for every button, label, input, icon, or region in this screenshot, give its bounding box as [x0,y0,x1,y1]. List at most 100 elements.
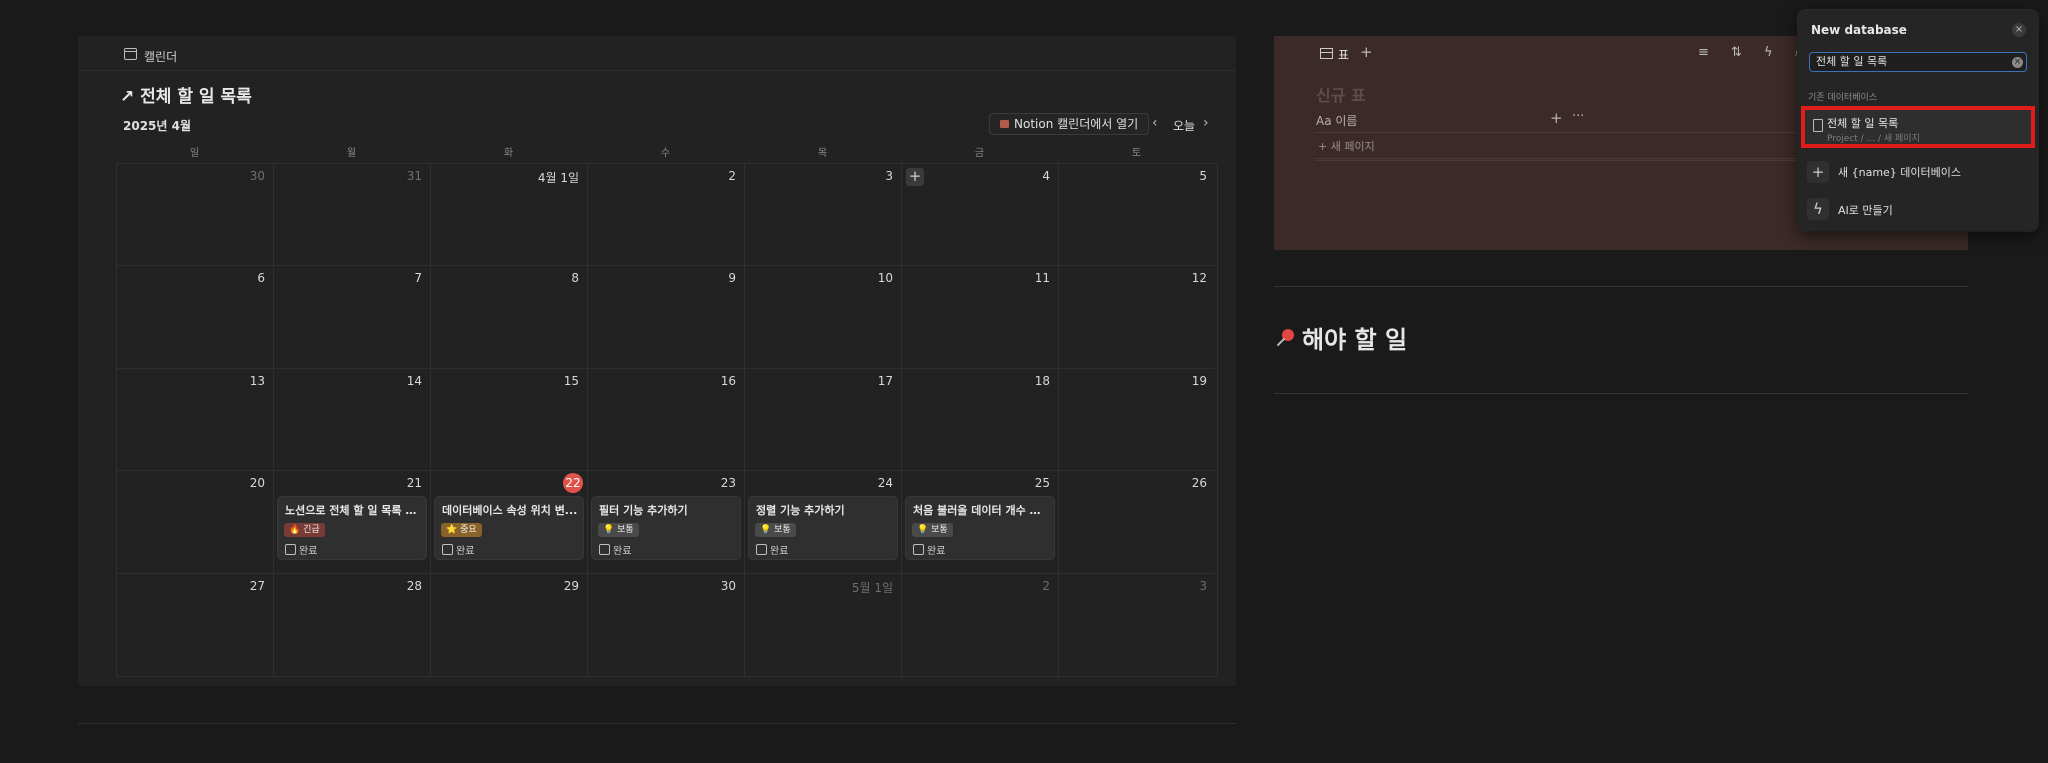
name-column-header[interactable]: Aa 이름 [1316,112,1357,129]
calendar-day-cell[interactable]: 2 [588,164,745,267]
calendar-day-cell[interactable]: 19 [1059,369,1215,472]
calendar-day-cell[interactable]: 4월 1일 [431,164,588,267]
day-number: 5월 1일 [851,580,893,595]
clear-search-icon[interactable]: × [2012,57,2023,68]
done-label: 완료 [456,546,475,558]
calendar-day-cell[interactable]: 13 [117,368,274,472]
done-label: 완료 [770,546,789,558]
calendar-day-cell[interactable]: 20 [117,471,274,574]
more-options-icon[interactable]: ··· [1572,109,1584,124]
existing-databases-label: 기존 데이터베이스 [1808,93,1878,103]
day-number: 18 [1034,373,1050,388]
calendar-month-label: 2025년 4월 [123,119,192,133]
calendar-day-cell[interactable]: 27 [117,573,274,676]
new-page-button[interactable]: + 새 페이지 [1318,138,1375,154]
chevron-left-icon[interactable]: ‹ [1152,115,1158,131]
day-number: 16 [720,373,736,388]
priority-tag: 💡 보통 [755,523,796,538]
calendar-day-cell[interactable]: 31 [274,164,431,267]
done-checkbox[interactable] [442,544,453,556]
calendar-day-cell[interactable]: 18 [902,368,1059,472]
day-number: 13 [249,373,265,388]
calendar-day-cell[interactable]: 15 [431,368,588,472]
day-number: 12 [1191,271,1207,286]
priority-tag: 🔥 긴급 [284,523,325,538]
day-number: 2 [728,169,736,183]
calendar-day-cell[interactable]: 23 필터 기능 추가하기 💡 보통 완료 [588,471,745,574]
calendar-day-cell[interactable]: 3 [745,164,902,267]
day-number: 3 [1199,578,1207,593]
calendar-day-cell[interactable]: 16 [588,368,745,472]
calendar-day-cell[interactable]: 5월 1일 [745,573,902,676]
calendar-day-cell[interactable]: 28 [274,573,431,676]
task-card[interactable]: 처음 불러올 데이터 개수 지... 💡 보통 완료 [906,497,1054,560]
calendar-icon [124,48,137,60]
chevron-right-icon[interactable]: › [1203,115,1209,131]
day-number: 23 [720,476,736,491]
popup-title: New database [1811,23,1907,37]
calendar-day-cell[interactable]: 7 [274,266,431,369]
done-checkbox[interactable] [599,544,610,556]
calendar-view-tab[interactable]: 캘린더 [144,48,177,65]
calendar-day-cell[interactable]: 14 [274,368,431,472]
calendar-day-cell[interactable]: 4 + [902,164,1059,267]
calendar-day-cell[interactable]: 2 [902,573,1059,676]
day-number: 24 [877,476,893,491]
calendar-title[interactable]: ↗ 전체 할 일 목록 [120,82,252,107]
calendar-day-cell[interactable]: 25 처음 불러올 데이터 개수 지... 💡 보통 완료 [902,471,1059,574]
notion-calendar-icon [1000,120,1009,128]
new-database-popup: New database × × 기존 데이터베이스 전체 할 일 목록 Pro… [1798,10,2038,231]
weekday-header: 토 [1131,148,1142,159]
calendar-day-cell[interactable]: 24 정렬 기능 추가하기 💡 보통 완료 [745,471,902,574]
create-with-ai-option[interactable]: AI로 만들기 [1838,202,1893,218]
calendar-day-cell[interactable]: 12 [1059,266,1215,369]
done-checkbox[interactable] [285,544,296,556]
database-search-input[interactable] [1809,52,2027,72]
task-card[interactable]: 정렬 기능 추가하기 💡 보통 완료 [749,497,897,560]
open-in-notion-calendar-button[interactable]: Notion 캘린더에서 열기 [989,113,1150,135]
calendar-day-cell[interactable]: 6 [117,266,274,369]
day-number: 3 [885,169,893,183]
calendar-grid: 30 31 4월 1일 2 3 4 +5 6 7 8 9 10 11 12 13 14 15 16 17 18 19 20… [116,163,1218,677]
add-event-icon[interactable]: + [906,168,924,186]
calendar-day-cell[interactable]: 30 [117,164,274,267]
calendar-day-cell[interactable]: 8 [431,266,588,369]
table-toolbar-icons[interactable]: ≡ ⇅ ϟ ⌕ [1698,45,1811,60]
calendar-day-cell[interactable]: 21 노션으로 전체 할 일 목록 만... 🔥 긴급 완료 [274,471,431,574]
day-number: 31 [406,169,422,183]
add-property-button[interactable]: + [1550,109,1563,127]
weekday-header: 수 [660,148,671,159]
calendar-day-cell[interactable]: 30 [588,573,745,676]
add-view-button[interactable]: + [1360,43,1373,61]
done-checkbox[interactable] [756,544,767,556]
calendar-day-cell[interactable]: 9 [588,266,745,369]
calendar-day-cell[interactable]: 11 [902,266,1059,369]
calendar-day-cell[interactable]: 29 [431,573,588,676]
day-number: 10 [877,271,893,286]
task-title: 데이터베이스 속성 위치 변... [442,504,578,518]
close-icon[interactable]: × [2012,23,2026,37]
calendar-day-cell[interactable]: 22 데이터베이스 속성 위치 변... ⭐ 중요 완료 [431,471,588,574]
table-title[interactable]: 신규 표 [1316,82,1366,106]
task-card[interactable]: 필터 기능 추가하기 💡 보통 완료 [592,497,740,560]
day-number: 25 [1034,476,1050,491]
calendar-day-cell[interactable]: 26 [1059,471,1215,574]
calendar-day-cell[interactable]: 3 [1059,574,1215,676]
task-card[interactable]: 데이터베이스 속성 위치 변... ⭐ 중요 완료 [435,497,583,560]
task-card[interactable]: 노션으로 전체 할 일 목록 만... 🔥 긴급 완료 [278,497,426,560]
todo-heading[interactable]: 해야 할 일 [1274,320,1407,355]
divider [78,723,1236,724]
table-icon [1320,48,1333,59]
today-button[interactable]: 오늘 [1173,117,1195,134]
database-result-item[interactable]: 전체 할 일 목록 Project / ... / 새 페이지 [1801,106,2035,148]
calendar-day-cell[interactable]: 17 [745,368,902,472]
new-database-option[interactable]: 새 {name} 데이터베이스 [1838,164,1961,180]
day-number: 27 [249,578,265,593]
today-date-badge: 22 [563,473,583,494]
calendar-day-cell[interactable]: 10 [745,266,902,369]
done-checkbox[interactable] [913,544,924,556]
table-view-tab[interactable]: 표 [1338,46,1349,63]
day-number: 7 [414,271,422,286]
calendar-day-cell[interactable]: 5 [1059,164,1215,267]
day-number: 11 [1034,271,1050,286]
